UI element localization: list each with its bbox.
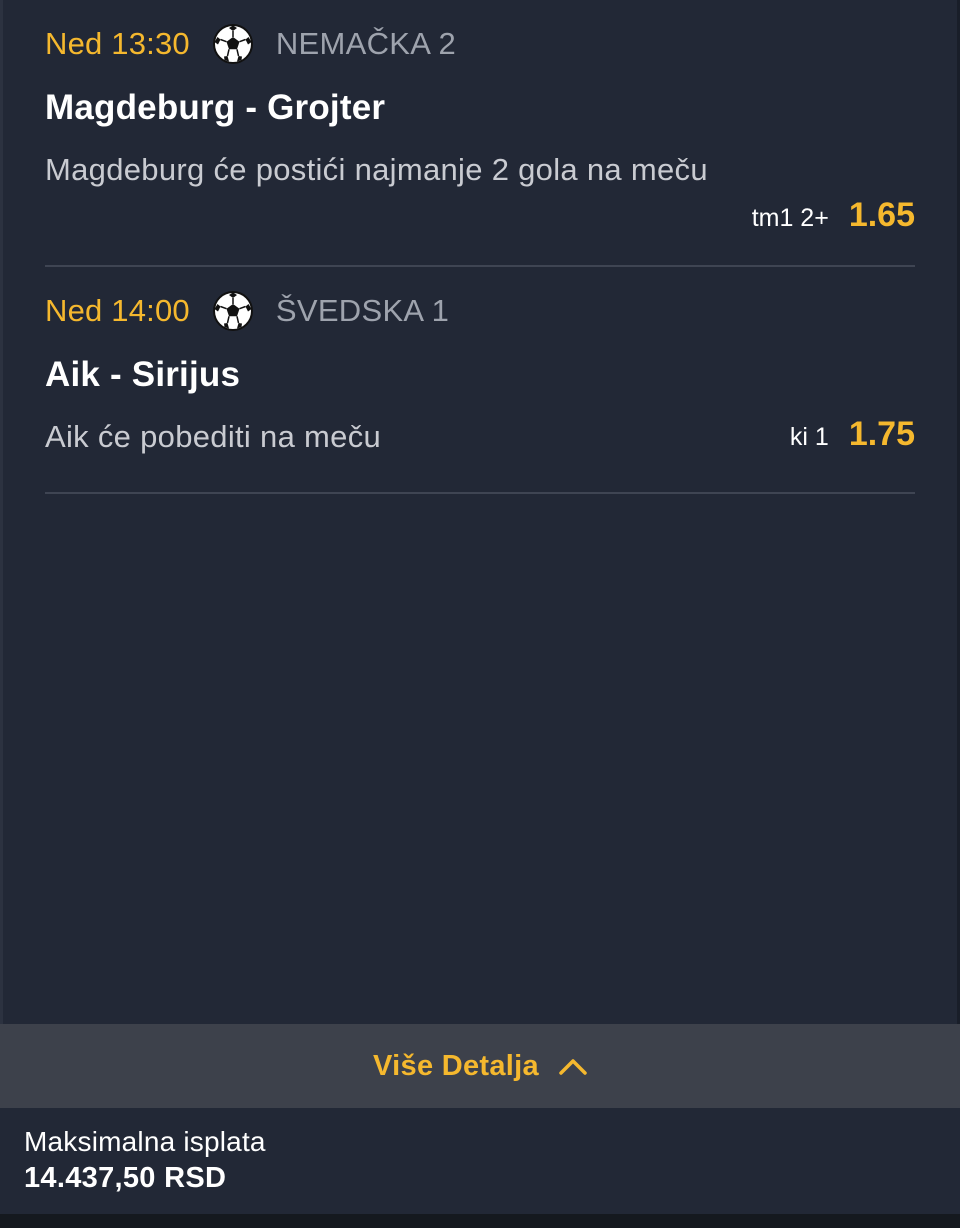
bet-ticket-screen: Ned 13:30 NEMAČKA 2 Magdeburg - Grojter … — [0, 0, 960, 1228]
soccer-ball-icon — [212, 290, 254, 332]
event-time: Ned 14:00 — [45, 293, 190, 328]
bet-description: Aik će pobediti na meču — [45, 419, 382, 454]
odd-code: tm1 2+ — [751, 204, 829, 232]
bet-description: Magdeburg će postići najmanje 2 gola na … — [45, 152, 708, 187]
odd-info: ki 1 1.75 — [790, 415, 915, 454]
ticket-event-list: Ned 13:30 NEMAČKA 2 Magdeburg - Grojter … — [45, 0, 915, 494]
event-meta-row: Ned 14:00 ŠVEDSKA 1 — [45, 289, 449, 333]
ticket-event[interactable]: Ned 13:30 NEMAČKA 2 Magdeburg - Grojter … — [45, 0, 915, 267]
chevron-up-icon — [559, 1057, 587, 1075]
payout-section: Maksimalna isplata 14.437,50 RSD — [0, 1108, 960, 1214]
odd-value: 1.75 — [848, 415, 915, 453]
more-details-button[interactable]: Više Detalja — [0, 1024, 960, 1108]
odd-info: tm1 2+ 1.65 — [752, 196, 915, 235]
league-name: ŠVEDSKA 1 — [275, 293, 450, 328]
odd-value: 1.65 — [848, 196, 915, 234]
more-details-label: Više Detalja — [373, 1049, 539, 1082]
match-title: Aik - Sirijus — [45, 355, 241, 394]
payout-value: 14.437,50 RSD — [24, 1162, 227, 1194]
bottom-strip — [0, 1214, 960, 1228]
soccer-ball-icon — [212, 23, 254, 65]
odd-code: ki 1 — [789, 423, 829, 451]
event-time: Ned 13:30 — [45, 26, 190, 61]
league-name: NEMAČKA 2 — [275, 26, 457, 61]
match-title: Magdeburg - Grojter — [45, 88, 386, 127]
payout-label: Maksimalna isplata — [24, 1126, 266, 1157]
ticket-event[interactable]: Ned 14:00 ŠVEDSKA 1 Aik - Sirijus Aik će… — [45, 267, 915, 494]
event-meta-row: Ned 13:30 NEMAČKA 2 — [45, 22, 456, 66]
